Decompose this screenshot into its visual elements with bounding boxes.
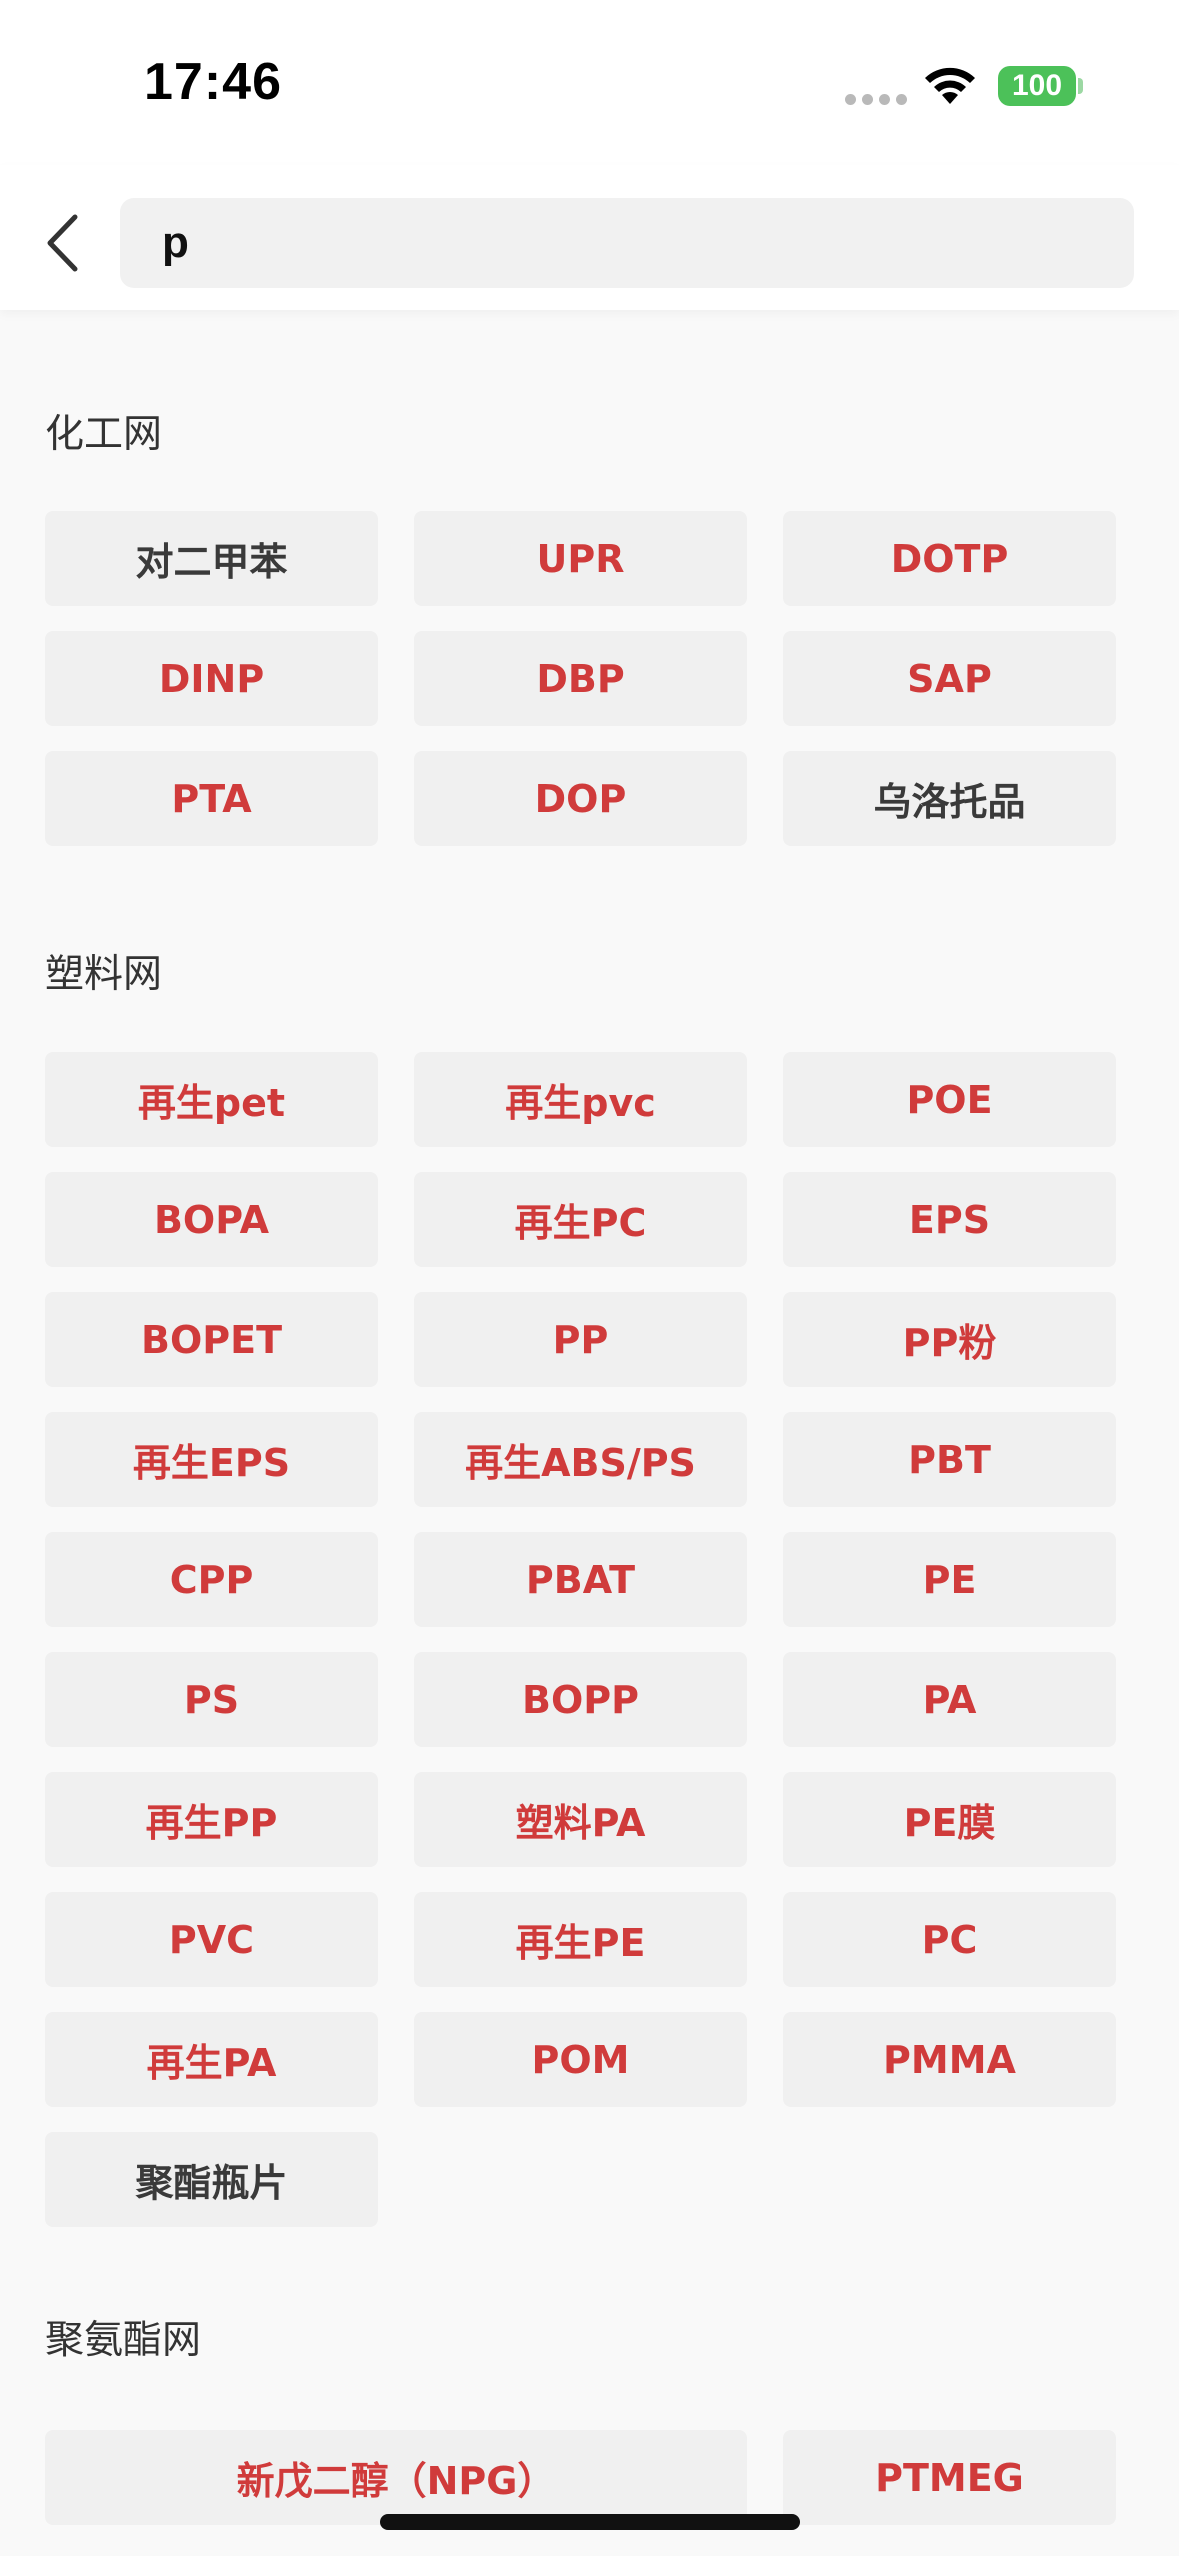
keyword-chip[interactable]: 再生PP: [45, 1772, 378, 1867]
section-title-polyurethane: 聚氨酯网: [45, 2318, 202, 2363]
battery-level: 100: [1011, 69, 1063, 102]
keyword-chip[interactable]: PS: [45, 1652, 378, 1747]
keyword-chip[interactable]: PBAT: [414, 1532, 747, 1627]
keyword-chip[interactable]: 塑料PA: [414, 1772, 747, 1867]
chemical-grid: 对二甲苯 UPR DOTP DINP DBP SAP PTA DOP 乌洛托品: [45, 511, 1117, 846]
keyword-chip[interactable]: 再生EPS: [45, 1412, 378, 1507]
keyword-chip[interactable]: PP粉: [783, 1292, 1116, 1387]
keyword-chip[interactable]: 再生PC: [414, 1172, 747, 1267]
keyword-chip[interactable]: EPS: [783, 1172, 1116, 1267]
battery-icon: 100: [998, 66, 1076, 106]
wifi-icon: [925, 67, 975, 104]
keyword-chip[interactable]: PVC: [45, 1892, 378, 1987]
keyword-chip[interactable]: PE: [783, 1532, 1116, 1627]
keyword-chip[interactable]: 再生pet: [45, 1052, 378, 1147]
back-button[interactable]: [30, 205, 94, 281]
keyword-chip[interactable]: 再生ABS/PS: [414, 1412, 747, 1507]
keyword-chip[interactable]: UPR: [414, 511, 747, 606]
keyword-chip[interactable]: BOPA: [45, 1172, 378, 1267]
search-input[interactable]: [162, 218, 1062, 268]
keyword-chip[interactable]: BOPET: [45, 1292, 378, 1387]
keyword-chip[interactable]: 新戊二醇（NPG）: [45, 2430, 747, 2525]
keyword-chip[interactable]: POE: [783, 1052, 1116, 1147]
keyword-chip[interactable]: PTMEG: [783, 2430, 1116, 2525]
keyword-chip[interactable]: PE膜: [783, 1772, 1116, 1867]
status-bar: 17:46 100: [0, 0, 1179, 165]
keyword-chip[interactable]: PC: [783, 1892, 1116, 1987]
nav-bar: [0, 165, 1179, 310]
keyword-chip[interactable]: PTA: [45, 751, 378, 846]
keyword-chip[interactable]: 再生PA: [45, 2012, 378, 2107]
keyword-chip[interactable]: 再生PE: [414, 1892, 747, 1987]
polyurethane-grid: 新戊二醇（NPG） PTMEG: [45, 2430, 1117, 2525]
keyword-chip[interactable]: 再生pvc: [414, 1052, 747, 1147]
screen: 17:46 100 化工网 对二甲苯 UPR DOTP DINP DBP SAP PTA DO…: [0, 0, 1179, 2556]
keyword-chip[interactable]: DOP: [414, 751, 747, 846]
status-time: 17:46: [144, 53, 282, 111]
keyword-chip[interactable]: 乌洛托品: [783, 751, 1116, 846]
chevron-left-icon: [47, 214, 78, 272]
plastics-grid: 再生pet 再生pvc POE BOPA 再生PC EPS BOPET PP PP粉再生EPS 再…: [45, 1052, 1117, 2227]
keyword-chip[interactable]: 对二甲苯: [45, 511, 378, 606]
section-title-plastics: 塑料网: [45, 952, 163, 997]
signal-dots-icon: [845, 94, 907, 105]
keyword-chip[interactable]: DOTP: [783, 511, 1116, 606]
keyword-chip[interactable]: DBP: [414, 631, 747, 726]
keyword-chip[interactable]: BOPP: [414, 1652, 747, 1747]
keyword-chip[interactable]: SAP: [783, 631, 1116, 726]
home-indicator: [380, 2514, 800, 2530]
section-title-chemical: 化工网: [45, 412, 163, 457]
keyword-chip[interactable]: POM: [414, 2012, 747, 2107]
keyword-chip[interactable]: PMMA: [783, 2012, 1116, 2107]
keyword-chip[interactable]: DINP: [45, 631, 378, 726]
keyword-chip[interactable]: PBT: [783, 1412, 1116, 1507]
keyword-chip[interactable]: CPP: [45, 1532, 378, 1627]
keyword-chip[interactable]: PA: [783, 1652, 1116, 1747]
keyword-chip[interactable]: 聚酯瓶片: [45, 2132, 378, 2227]
search-box[interactable]: [120, 198, 1134, 288]
battery-tip: [1078, 78, 1083, 94]
keyword-chip[interactable]: PP: [414, 1292, 747, 1387]
